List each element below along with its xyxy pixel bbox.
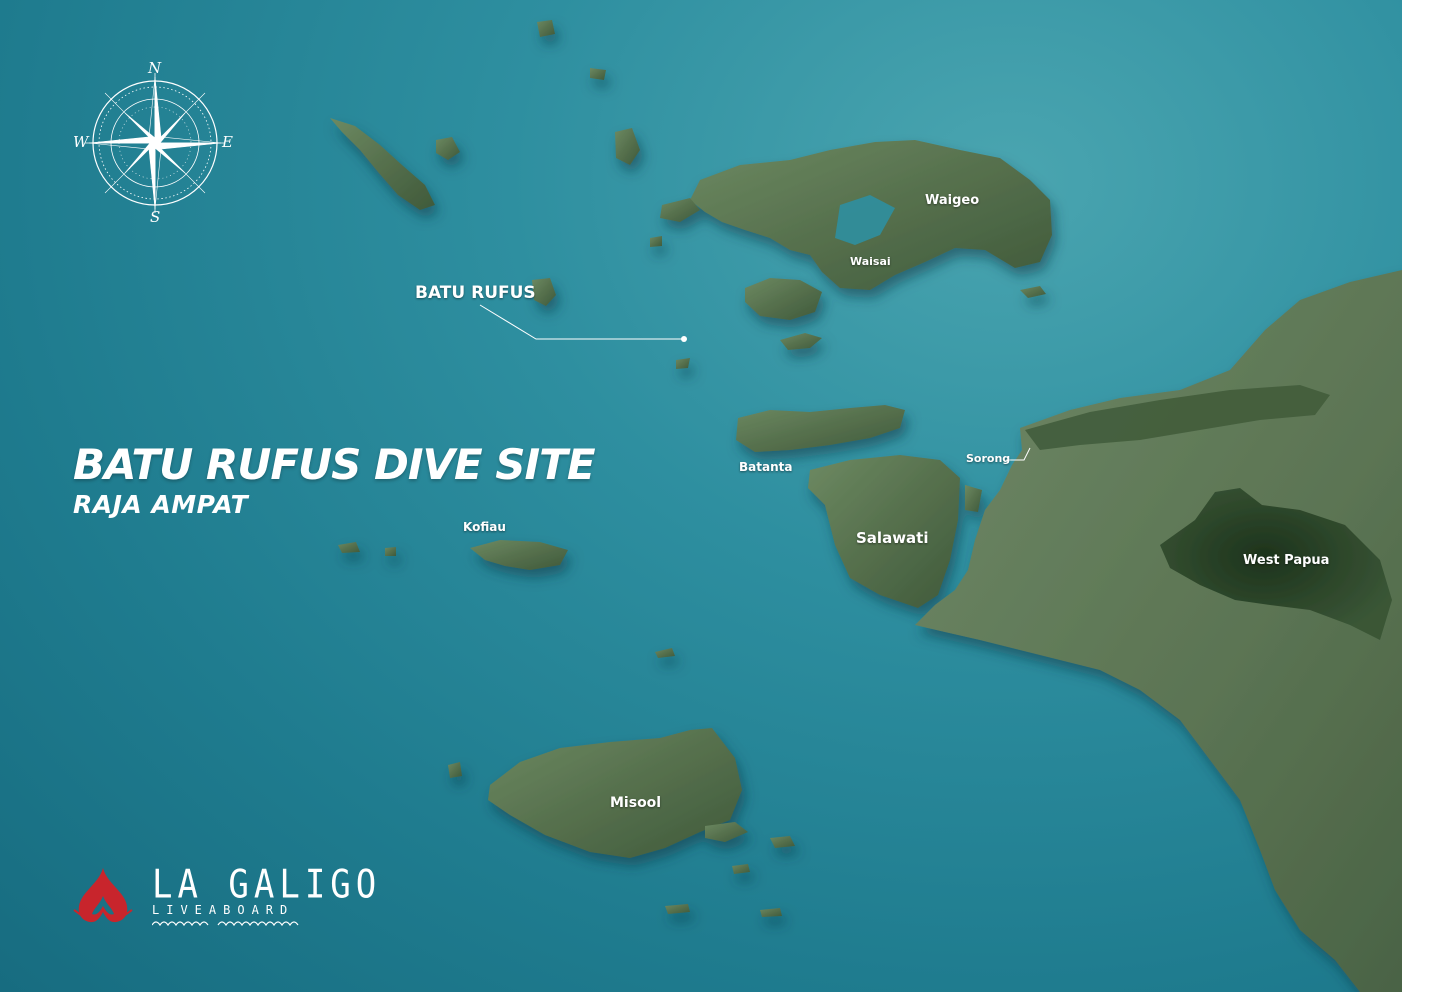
compass-south: S: [150, 208, 161, 226]
nw-islet: [537, 20, 555, 37]
islet: [655, 648, 675, 658]
place-label-waigeo: Waigeo: [925, 193, 980, 208]
place-label-salawati: Salawati: [856, 529, 929, 547]
compass-west: W: [73, 133, 89, 151]
place-label-west-papua: West Papua: [1243, 553, 1330, 568]
misool-islet: [665, 904, 690, 914]
west-papua-mainland: [915, 270, 1402, 992]
compass-rose-icon: [85, 73, 225, 213]
site-marker: [681, 336, 687, 342]
place-label-misool: Misool: [610, 795, 662, 811]
misool-island: [488, 728, 742, 858]
brand-logo: LA GALIGO LIVEABOARD: [70, 862, 376, 932]
salawati-islet: [965, 485, 982, 512]
place-label-waisai: Waisai: [850, 255, 891, 268]
nw-island: [330, 118, 435, 210]
place-label-sorong: Sorong: [966, 452, 1011, 465]
nw-islet: [436, 137, 460, 160]
misool-islet: [760, 908, 782, 917]
map-title: BATU RUFUS DIVE SITE: [73, 440, 596, 489]
misool-islet: [732, 864, 750, 874]
misool-islet: [448, 762, 462, 778]
islet: [676, 358, 690, 369]
kofiau-islet: [385, 547, 396, 556]
map-canvas: N S W E BATU RUFUS DIVE SITE RAJA AMPAT …: [0, 0, 1402, 992]
compass-east: E: [222, 133, 233, 151]
brand-tagline: LIVEABOARD: [152, 903, 295, 917]
islet: [780, 333, 822, 350]
map-subtitle: RAJA AMPAT: [73, 490, 249, 519]
batanta-island: [736, 405, 905, 452]
islet: [650, 236, 662, 247]
islands: [330, 20, 1402, 992]
brand-flame-icon: [73, 868, 133, 923]
compass-north: N: [148, 59, 162, 77]
site-label: BATU RUFUS: [415, 283, 536, 303]
place-label-kofiau: Kofiau: [463, 520, 506, 534]
place-label-batanta: Batanta: [739, 460, 793, 474]
nw-islet: [590, 68, 606, 80]
brand-name: LA GALIGO: [152, 862, 382, 908]
islet: [615, 128, 640, 165]
brand-script-mark: [152, 921, 299, 927]
islet: [1020, 286, 1046, 298]
site-leader-line: [479, 304, 684, 340]
kofiau-island: [470, 540, 568, 570]
misool-islet: [770, 836, 795, 848]
waigeo-south-island: [745, 278, 822, 320]
kofiau-islet: [338, 542, 360, 553]
